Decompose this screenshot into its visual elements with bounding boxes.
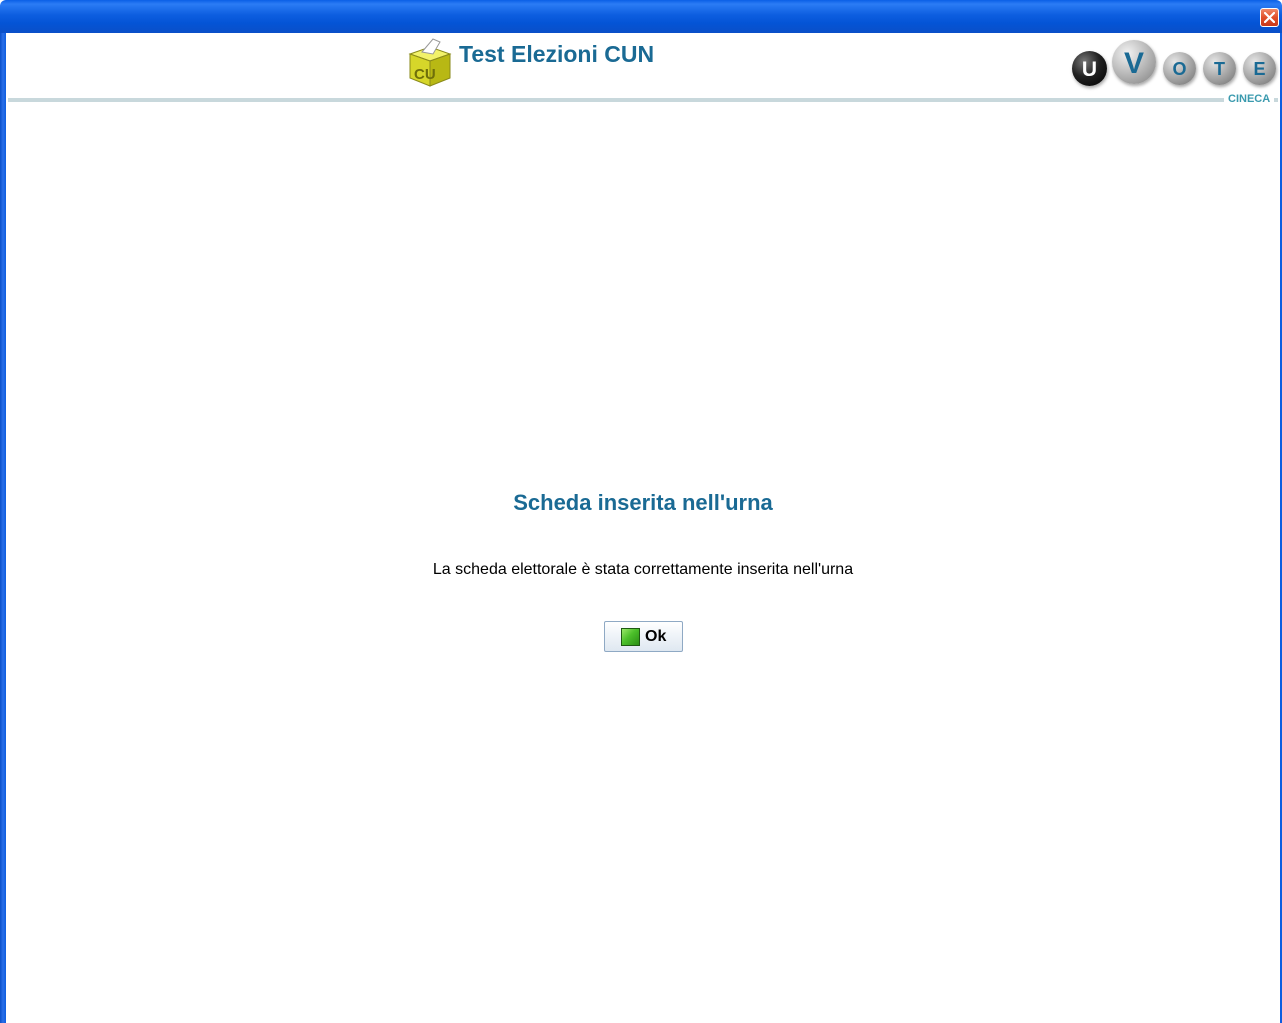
logo-letter-u: U	[1082, 58, 1097, 81]
green-square-icon	[621, 628, 640, 646]
logo-letter-o: O	[1172, 59, 1186, 79]
app-title: Test Elezioni CUN	[459, 41, 655, 67]
main-content: CU Test Elezioni CUN U V O T E CINECA Sc…	[6, 33, 1280, 1023]
app-window: CU Test Elezioni CUN U V O T E CINECA Sc…	[0, 0, 1282, 1023]
uvote-logo: U V O T E	[1070, 38, 1276, 88]
logo-letter-t: T	[1214, 59, 1225, 79]
window-title-bar[interactable]	[0, 0, 1282, 33]
ballot-box-icon: CU	[406, 38, 454, 88]
ok-button[interactable]: Ok	[604, 621, 683, 652]
logo-ball-e: E	[1243, 52, 1276, 85]
logo-ball-t: T	[1203, 52, 1236, 85]
logo-letter-v: V	[1124, 47, 1144, 80]
confirmation-message: La scheda elettorale è stata correttamen…	[432, 561, 854, 578]
cineca-caption: CINECA	[1228, 93, 1271, 105]
confirmation-title: Scheda inserita nell'urna	[513, 490, 773, 515]
ok-button-label: Ok	[645, 628, 667, 645]
divider-end-dot	[1274, 98, 1278, 102]
header-divider	[8, 98, 1224, 102]
logo-ball-o: O	[1163, 52, 1196, 85]
logo-letter-e: E	[1253, 59, 1265, 79]
close-button[interactable]	[1260, 8, 1279, 27]
logo-ball-u: U	[1072, 51, 1107, 86]
logo-ball-v: V	[1112, 40, 1156, 84]
logo-letters: CU	[414, 66, 436, 83]
